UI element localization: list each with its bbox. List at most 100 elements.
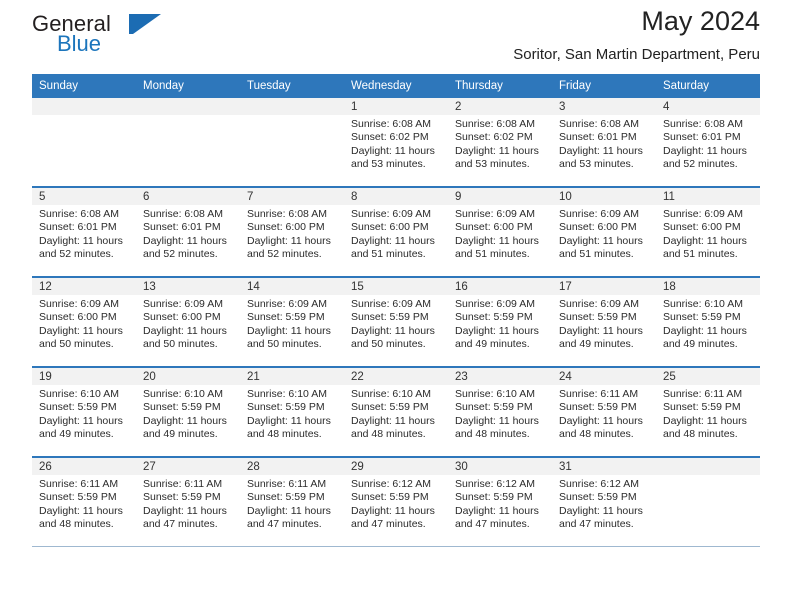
day-cell[interactable]: 14 Sunrise: 6:09 AM Sunset: 5:59 PM Dayl… xyxy=(240,278,344,366)
sunset-text: Sunset: 6:01 PM xyxy=(39,221,117,234)
calendar-page: General Blue May 2024 Soritor, San Marti… xyxy=(0,0,792,612)
day-cell[interactable]: 25 Sunrise: 6:11 AM Sunset: 5:59 PM Dayl… xyxy=(656,368,760,456)
day-cell[interactable]: 24 Sunrise: 6:11 AM Sunset: 5:59 PM Dayl… xyxy=(552,368,656,456)
day-cell[interactable]: 12 Sunrise: 6:09 AM Sunset: 6:00 PM Dayl… xyxy=(32,278,136,366)
daylight-text-line1: Daylight: 11 hours xyxy=(247,324,331,337)
title-block: May 2024 Soritor, San Martin Department,… xyxy=(513,0,760,66)
day-cell[interactable]: 1 Sunrise: 6:08 AM Sunset: 6:02 PM Dayli… xyxy=(344,98,448,186)
day-cell[interactable]: 23 Sunrise: 6:10 AM Sunset: 5:59 PM Dayl… xyxy=(448,368,552,456)
day-cell[interactable] xyxy=(136,98,240,186)
daylight-text-line2: and 51 minutes. xyxy=(663,248,738,261)
day-details: Sunrise: 6:09 AM Sunset: 6:00 PM Dayligh… xyxy=(344,205,448,262)
daylight-text-line2: and 50 minutes. xyxy=(39,338,114,351)
sunset-text: Sunset: 6:01 PM xyxy=(663,131,741,144)
day-cell[interactable] xyxy=(656,458,760,546)
day-details: Sunrise: 6:09 AM Sunset: 5:59 PM Dayligh… xyxy=(240,295,344,352)
day-cell[interactable]: 9 Sunrise: 6:09 AM Sunset: 6:00 PM Dayli… xyxy=(448,188,552,276)
daylight-text-line2: and 51 minutes. xyxy=(455,248,530,261)
sunset-text: Sunset: 5:59 PM xyxy=(247,401,325,414)
day-details: Sunrise: 6:09 AM Sunset: 6:00 PM Dayligh… xyxy=(32,295,136,352)
day-cell[interactable]: 20 Sunrise: 6:10 AM Sunset: 5:59 PM Dayl… xyxy=(136,368,240,456)
day-cell[interactable] xyxy=(32,98,136,186)
day-cell[interactable]: 15 Sunrise: 6:09 AM Sunset: 5:59 PM Dayl… xyxy=(344,278,448,366)
weekday-header-wednesday: Wednesday xyxy=(351,80,412,92)
daylight-text-line1: Daylight: 11 hours xyxy=(455,234,539,247)
daylight-text-line2: and 48 minutes. xyxy=(559,428,634,441)
day-details: Sunrise: 6:08 AM Sunset: 6:02 PM Dayligh… xyxy=(344,115,448,172)
page-header: General Blue May 2024 Soritor, San Marti… xyxy=(32,0,760,74)
daylight-text-line1: Daylight: 11 hours xyxy=(247,234,331,247)
sunrise-text: Sunrise: 6:11 AM xyxy=(39,478,119,490)
day-number: 11 xyxy=(656,188,760,205)
daylight-text-line2: and 48 minutes. xyxy=(247,428,322,441)
day-details: Sunrise: 6:10 AM Sunset: 5:59 PM Dayligh… xyxy=(240,385,344,442)
sunset-text: Sunset: 5:59 PM xyxy=(663,311,741,324)
day-cell[interactable]: 21 Sunrise: 6:10 AM Sunset: 5:59 PM Dayl… xyxy=(240,368,344,456)
day-details: Sunrise: 6:10 AM Sunset: 5:59 PM Dayligh… xyxy=(448,385,552,442)
day-number: 27 xyxy=(136,458,240,475)
week-row: 19 Sunrise: 6:10 AM Sunset: 5:59 PM Dayl… xyxy=(32,368,760,458)
daylight-text-line1: Daylight: 11 hours xyxy=(455,144,539,157)
day-cell[interactable]: 17 Sunrise: 6:09 AM Sunset: 5:59 PM Dayl… xyxy=(552,278,656,366)
daylight-text-line2: and 47 minutes. xyxy=(559,518,634,531)
daylight-text-line1: Daylight: 11 hours xyxy=(455,504,539,517)
day-cell[interactable]: 3 Sunrise: 6:08 AM Sunset: 6:01 PM Dayli… xyxy=(552,98,656,186)
sunrise-text: Sunrise: 6:09 AM xyxy=(143,298,223,310)
day-cell[interactable]: 28 Sunrise: 6:11 AM Sunset: 5:59 PM Dayl… xyxy=(240,458,344,546)
sunrise-text: Sunrise: 6:12 AM xyxy=(351,478,431,490)
day-cell[interactable]: 4 Sunrise: 6:08 AM Sunset: 6:01 PM Dayli… xyxy=(656,98,760,186)
day-details: Sunrise: 6:12 AM Sunset: 5:59 PM Dayligh… xyxy=(552,475,656,532)
day-cell[interactable]: 22 Sunrise: 6:10 AM Sunset: 5:59 PM Dayl… xyxy=(344,368,448,456)
day-cell[interactable]: 16 Sunrise: 6:09 AM Sunset: 5:59 PM Dayl… xyxy=(448,278,552,366)
day-cell[interactable]: 11 Sunrise: 6:09 AM Sunset: 6:00 PM Dayl… xyxy=(656,188,760,276)
day-cell[interactable]: 6 Sunrise: 6:08 AM Sunset: 6:01 PM Dayli… xyxy=(136,188,240,276)
day-cell[interactable]: 18 Sunrise: 6:10 AM Sunset: 5:59 PM Dayl… xyxy=(656,278,760,366)
sunset-text: Sunset: 5:59 PM xyxy=(39,491,117,504)
daylight-text-line2: and 51 minutes. xyxy=(351,248,426,261)
daylight-text-line1: Daylight: 11 hours xyxy=(559,234,643,247)
day-cell[interactable]: 19 Sunrise: 6:10 AM Sunset: 5:59 PM Dayl… xyxy=(32,368,136,456)
sunset-text: Sunset: 6:00 PM xyxy=(455,221,533,234)
day-cell[interactable]: 8 Sunrise: 6:09 AM Sunset: 6:00 PM Dayli… xyxy=(344,188,448,276)
weekday-header-row: Sunday Monday Tuesday Wednesday Thursday… xyxy=(32,74,760,98)
weekday-header-sunday: Sunday xyxy=(39,80,79,92)
day-details xyxy=(240,115,344,118)
day-details xyxy=(656,475,760,478)
sunset-text: Sunset: 5:59 PM xyxy=(247,491,325,504)
day-number: 12 xyxy=(32,278,136,295)
sunset-text: Sunset: 5:59 PM xyxy=(247,311,325,324)
sunrise-text: Sunrise: 6:08 AM xyxy=(455,118,535,130)
daylight-text-line2: and 52 minutes. xyxy=(39,248,114,261)
sunset-text: Sunset: 6:02 PM xyxy=(351,131,429,144)
day-details: Sunrise: 6:08 AM Sunset: 6:02 PM Dayligh… xyxy=(448,115,552,172)
sunset-text: Sunset: 5:59 PM xyxy=(351,401,429,414)
general-blue-logo[interactable]: General Blue xyxy=(32,0,292,55)
day-cell[interactable]: 27 Sunrise: 6:11 AM Sunset: 5:59 PM Dayl… xyxy=(136,458,240,546)
day-cell[interactable]: 5 Sunrise: 6:08 AM Sunset: 6:01 PM Dayli… xyxy=(32,188,136,276)
daylight-text-line1: Daylight: 11 hours xyxy=(351,414,435,427)
day-details: Sunrise: 6:10 AM Sunset: 5:59 PM Dayligh… xyxy=(344,385,448,442)
day-cell[interactable]: 10 Sunrise: 6:09 AM Sunset: 6:00 PM Dayl… xyxy=(552,188,656,276)
sunrise-text: Sunrise: 6:12 AM xyxy=(559,478,639,490)
sunrise-text: Sunrise: 6:08 AM xyxy=(39,208,119,220)
sunrise-text: Sunrise: 6:08 AM xyxy=(559,118,639,130)
daylight-text-line2: and 50 minutes. xyxy=(247,338,322,351)
day-number: 14 xyxy=(240,278,344,295)
daylight-text-line2: and 49 minutes. xyxy=(559,338,634,351)
day-cell[interactable]: 13 Sunrise: 6:09 AM Sunset: 6:00 PM Dayl… xyxy=(136,278,240,366)
day-cell[interactable]: 29 Sunrise: 6:12 AM Sunset: 5:59 PM Dayl… xyxy=(344,458,448,546)
sunrise-text: Sunrise: 6:09 AM xyxy=(663,208,743,220)
logo-text-blue: Blue xyxy=(57,31,102,56)
day-number: 26 xyxy=(32,458,136,475)
day-cell[interactable]: 7 Sunrise: 6:08 AM Sunset: 6:00 PM Dayli… xyxy=(240,188,344,276)
day-cell[interactable]: 2 Sunrise: 6:08 AM Sunset: 6:02 PM Dayli… xyxy=(448,98,552,186)
day-number: 7 xyxy=(240,188,344,205)
day-cell[interactable]: 30 Sunrise: 6:12 AM Sunset: 5:59 PM Dayl… xyxy=(448,458,552,546)
daylight-text-line1: Daylight: 11 hours xyxy=(559,144,643,157)
day-cell[interactable]: 26 Sunrise: 6:11 AM Sunset: 5:59 PM Dayl… xyxy=(32,458,136,546)
day-cell[interactable]: 31 Sunrise: 6:12 AM Sunset: 5:59 PM Dayl… xyxy=(552,458,656,546)
daylight-text-line2: and 53 minutes. xyxy=(455,158,530,171)
day-cell[interactable] xyxy=(240,98,344,186)
week-row: 1 Sunrise: 6:08 AM Sunset: 6:02 PM Dayli… xyxy=(32,98,760,188)
weekday-header-tuesday: Tuesday xyxy=(247,80,291,92)
